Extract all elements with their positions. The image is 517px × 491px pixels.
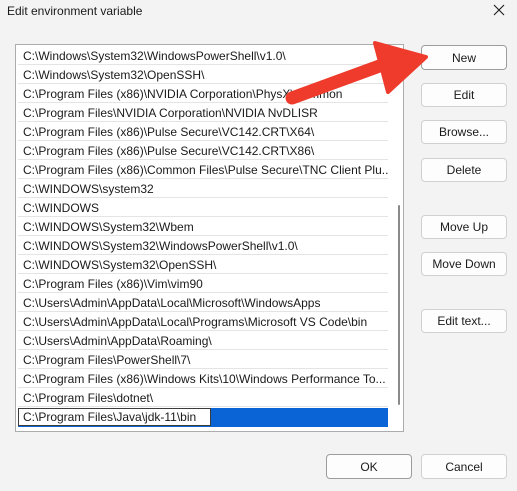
edit-environment-variable-dialog: Edit environment variable C:\Windows\Sys…	[0, 0, 517, 491]
list-item[interactable]: C:\WINDOWS	[18, 199, 388, 217]
list-item[interactable]: C:\Program Files (x86)\Pulse Secure\VC14…	[18, 142, 388, 160]
list-item[interactable]: C:\Program Files\PowerShell\7\	[18, 351, 388, 369]
path-edit-input[interactable]: C:\Program Files\Java\jdk-11\bin	[18, 408, 211, 426]
edit-text-button[interactable]: Edit text...	[421, 309, 507, 333]
move-down-button[interactable]: Move Down	[421, 252, 507, 276]
list-item[interactable]: C:\Users\Admin\AppData\Local\Programs\Mi…	[18, 313, 388, 331]
list-scrollbar[interactable]	[398, 205, 400, 405]
window-title: Edit environment variable	[7, 4, 143, 18]
edit-button[interactable]: Edit	[421, 83, 507, 107]
list-item[interactable]: C:\Program Files (x86)\Common Files\Puls…	[18, 161, 388, 179]
list-item[interactable]: C:\WINDOWS\System32\WindowsPowerShell\v1…	[18, 237, 388, 255]
new-button[interactable]: New	[421, 45, 507, 70]
list-item[interactable]: C:\Users\Admin\AppData\Roaming\	[18, 332, 388, 350]
list-item-selected[interactable]: C:\Program Files\Java\jdk-11\bin	[18, 408, 388, 427]
list-item[interactable]: C:\Program Files\NVIDIA Corporation\NVID…	[18, 104, 388, 122]
list-item[interactable]: C:\WINDOWS\System32\Wbem	[18, 218, 388, 236]
delete-button[interactable]: Delete	[421, 158, 507, 182]
list-item[interactable]: C:\Program Files (x86)\Windows Kits\10\W…	[18, 370, 388, 388]
list-item[interactable]: C:\Program Files (x86)\NVIDIA Corporatio…	[18, 85, 388, 103]
browse-button[interactable]: Browse...	[421, 120, 507, 144]
move-up-button[interactable]: Move Up	[421, 215, 507, 239]
ok-button[interactable]: OK	[326, 454, 412, 479]
list-item[interactable]: C:\WINDOWS\system32	[18, 180, 388, 198]
list-item[interactable]: C:\Program Files (x86)\Pulse Secure\VC14…	[18, 123, 388, 141]
close-icon	[493, 4, 505, 16]
cancel-button[interactable]: Cancel	[421, 454, 507, 479]
list-item[interactable]: C:\Program Files\dotnet\	[18, 389, 388, 407]
path-list[interactable]: C:\Windows\System32\WindowsPowerShell\v1…	[15, 44, 404, 432]
list-item[interactable]: C:\Windows\System32\WindowsPowerShell\v1…	[18, 47, 388, 65]
list-item[interactable]: C:\Windows\System32\OpenSSH\	[18, 66, 388, 84]
list-item[interactable]: C:\Program Files (x86)\Vim\vim90	[18, 275, 388, 293]
list-item[interactable]: C:\WINDOWS\System32\OpenSSH\	[18, 256, 388, 274]
list-item[interactable]: C:\Users\Admin\AppData\Local\Microsoft\W…	[18, 294, 388, 312]
close-button[interactable]	[489, 1, 509, 19]
